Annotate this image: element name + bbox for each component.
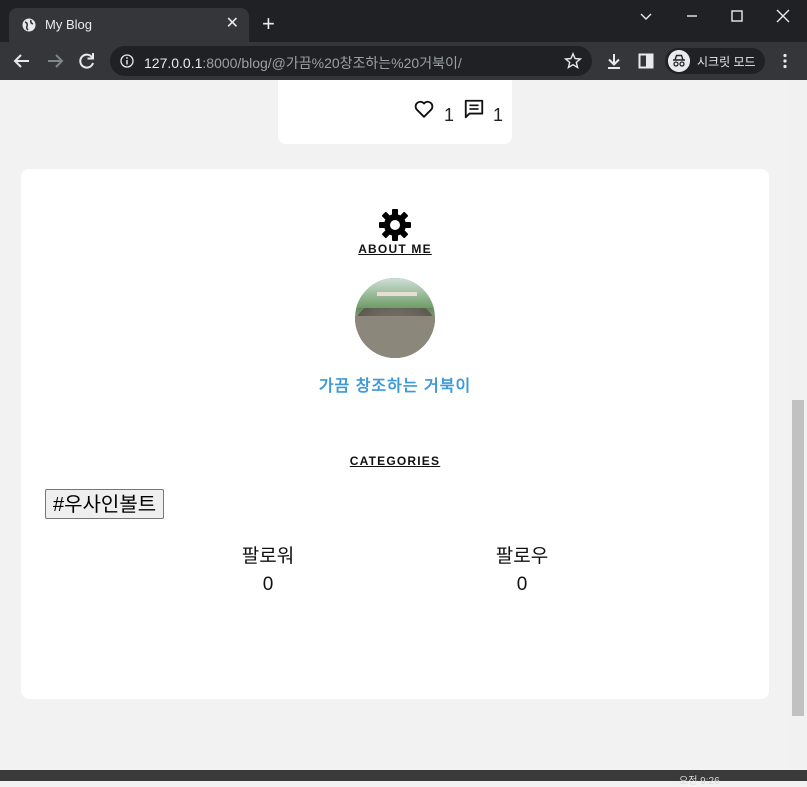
scrollbar-thumb[interactable] xyxy=(792,400,804,716)
profile-card: ABOUT ME 가끔 창조하는 거북이 CATEGORIES #우사인볼트 팔… xyxy=(21,169,769,699)
incognito-icon xyxy=(668,50,690,72)
taskbar-time: 오전 9:26 xyxy=(679,776,720,787)
following-stat[interactable]: 팔로우 0 xyxy=(462,541,582,596)
avatar xyxy=(355,278,435,358)
incognito-badge[interactable]: 시크릿 모드 xyxy=(665,48,765,74)
sidepanel-icon[interactable] xyxy=(636,51,656,71)
categories-heading: CATEGORIES xyxy=(349,454,441,468)
download-icon[interactable] xyxy=(604,51,624,71)
category-button[interactable]: #우사인볼트 xyxy=(45,489,165,519)
heart-icon[interactable] xyxy=(413,98,435,120)
taskbar: 오전 9:26 xyxy=(0,770,807,787)
avatar-banner xyxy=(377,292,417,296)
minimize-icon[interactable] xyxy=(682,6,702,26)
like-count: 1 xyxy=(444,105,455,125)
about-heading: ABOUT ME xyxy=(358,242,432,256)
comment-count: 1 xyxy=(493,105,504,125)
post-card: 1 1 xyxy=(278,80,512,144)
gear-icon[interactable] xyxy=(378,208,412,242)
globe-icon xyxy=(22,18,36,32)
avatar-ground xyxy=(355,316,435,358)
followers-label: 팔로워 xyxy=(241,546,295,567)
window-close-icon[interactable] xyxy=(773,6,793,26)
following-count: 0 xyxy=(516,574,528,595)
url-text: 127.0.0.1:8000/blog/@가끔%20창조하는%20거북이/ xyxy=(144,53,462,73)
forward-icon[interactable] xyxy=(45,51,65,71)
url-path: :8000/blog/@가끔%20창조하는%20거북이/ xyxy=(202,55,462,71)
url-host: 127.0.0.1 xyxy=(144,55,203,71)
plus-icon[interactable]: + xyxy=(262,13,275,35)
browser-toolbar: 127.0.0.1:8000/blog/@가끔%20창조하는%20거북이/ 시크… xyxy=(0,42,807,80)
browser-tab[interactable]: My Blog ✕ xyxy=(9,8,249,42)
page-viewport: 1 1 ABOUT ME 가끔 창조하는 거북이 CATEGORIES #우사인… xyxy=(0,80,790,770)
close-icon[interactable]: ✕ xyxy=(226,15,239,33)
followers-count: 0 xyxy=(262,574,274,595)
incognito-label: 시크릿 모드 xyxy=(697,55,756,69)
tab-strip: My Blog ✕ + xyxy=(0,0,807,42)
minimize-icon[interactable] xyxy=(636,6,656,26)
address-bar[interactable]: 127.0.0.1:8000/blog/@가끔%20창조하는%20거북이/ xyxy=(110,46,592,76)
maximize-icon[interactable] xyxy=(727,6,747,26)
scrollbar[interactable] xyxy=(790,80,807,770)
username-link[interactable]: 가끔 창조하는 거북이 xyxy=(21,372,769,396)
menu-icon[interactable] xyxy=(775,51,795,71)
star-icon[interactable] xyxy=(564,52,582,70)
following-label: 팔로우 xyxy=(495,546,549,567)
tab-title: My Blog xyxy=(45,17,92,32)
followers-stat[interactable]: 팔로워 0 xyxy=(208,541,328,596)
info-icon[interactable] xyxy=(120,54,134,68)
comment-icon[interactable] xyxy=(463,98,485,120)
reload-icon[interactable] xyxy=(77,51,97,71)
back-icon[interactable] xyxy=(12,51,32,71)
